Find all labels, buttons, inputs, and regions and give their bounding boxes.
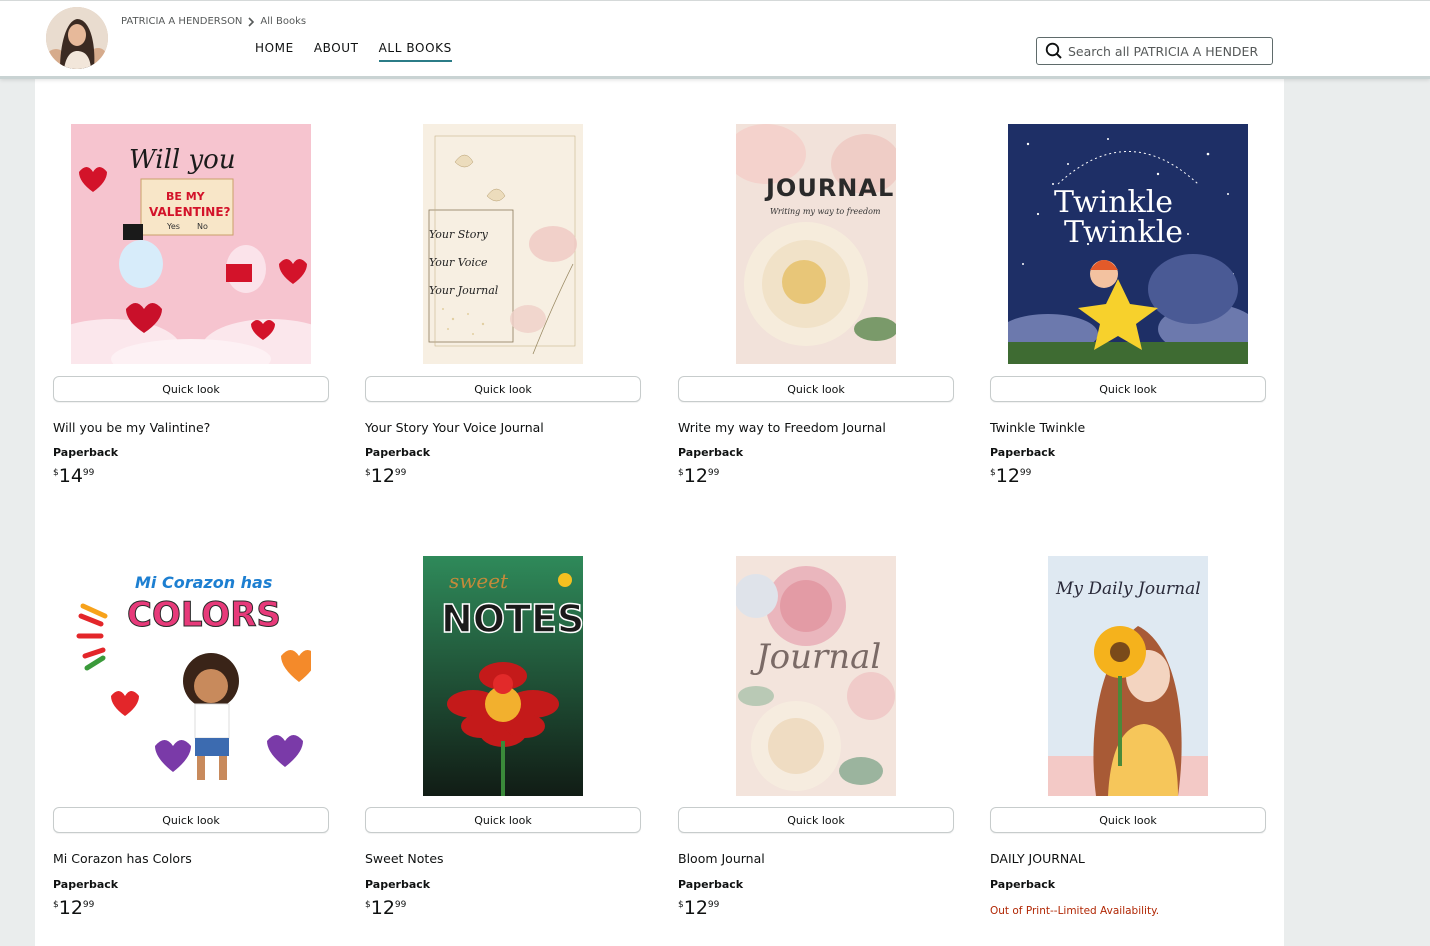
price-fraction: 99 [82,468,95,478]
book-cover[interactable]: Your Story Your Voice Your Journal [423,124,583,364]
book-cover[interactable]: Journal [736,556,896,796]
svg-text:Twinkle: Twinkle [1064,215,1183,250]
quick-look-button[interactable]: Quick look [53,376,329,402]
chevron-right-icon [247,16,255,27]
price-fraction: 99 [707,900,720,910]
book-cover[interactable]: My Daily Journal [1048,556,1208,796]
book-format[interactable]: Paperback [990,446,1055,459]
breadcrumb: PATRICIA A HENDERSON All Books [121,16,306,27]
book-card: Your Story Your Voice Your Journal Quick… [365,124,641,486]
price-whole: 12 [683,897,708,919]
book-card: Journal Quick look Bloom Journal Paperba… [678,556,954,918]
book-title[interactable]: DAILY JOURNAL [990,851,1085,866]
book-format[interactable]: Paperback [53,878,118,891]
book-title[interactable]: Bloom Journal [678,851,765,866]
price-fraction: 99 [82,900,95,910]
quick-look-button[interactable]: Quick look [990,376,1266,402]
nav-home[interactable]: HOME [255,41,294,62]
author-avatar[interactable] [46,7,108,69]
svg-text:My Daily Journal: My Daily Journal [1055,579,1201,599]
book-price: $ 12 99 [365,898,406,918]
price-fraction: 99 [394,468,407,478]
price-whole: 12 [995,465,1020,487]
book-price: $ 14 99 [53,466,94,486]
book-price: $ 12 99 [990,466,1031,486]
book-cover[interactable]: Will you BE MY VALENTINE? Yes No [71,124,311,364]
quick-look-button[interactable]: Quick look [365,807,641,833]
book-format[interactable]: Paperback [365,878,430,891]
price-whole: 12 [370,897,395,919]
quick-look-button[interactable]: Quick look [678,376,954,402]
svg-text:JOURNAL: JOURNAL [764,174,894,202]
book-title[interactable]: Mi Corazon has Colors [53,851,192,866]
nav-all-books[interactable]: ALL BOOKS [378,41,452,62]
svg-text:Mi Corazon has: Mi Corazon has [135,573,272,592]
svg-text:Your Voice: Your Voice [429,256,488,269]
store-search[interactable] [1036,37,1273,65]
book-title[interactable]: Write my way to Freedom Journal [678,420,886,435]
book-format[interactable]: Paperback [678,446,743,459]
svg-text:Journal: Journal [750,637,881,677]
book-title[interactable]: Will you be my Valintine? [53,420,210,435]
svg-text:VALENTINE?: VALENTINE? [149,205,231,219]
quick-look-button[interactable]: Quick look [678,807,954,833]
book-card: JOURNAL Writing my way to freedom Quick … [678,124,954,486]
svg-text:Writing my way to freedom: Writing my way to freedom [770,207,881,216]
quick-look-button[interactable]: Quick look [365,376,641,402]
price-whole: 12 [683,465,708,487]
book-cover[interactable]: Mi Corazon has COLORS [71,556,311,796]
breadcrumb-current: All Books [260,16,307,27]
svg-text:Your Story: Your Story [429,228,489,241]
book-card: Twinkle Twinkle Quick look Twinkle Twink… [990,124,1266,486]
price-whole: 12 [58,897,83,919]
price-fraction: 99 [1019,468,1032,478]
svg-text:Yes: Yes [166,222,180,231]
svg-text:COLORS: COLORS [127,595,281,635]
svg-text:sweet: sweet [449,569,509,593]
book-grid: Will you BE MY VALENTINE? Yes No Quick l… [35,79,1284,946]
book-cover[interactable]: Twinkle Twinkle [1008,124,1248,364]
book-title[interactable]: Your Story Your Voice Journal [365,420,544,435]
store-header: PATRICIA A HENDERSON All Books HOME ABOU… [0,0,1430,77]
svg-text:No: No [197,222,208,231]
svg-text:BE MY: BE MY [166,190,206,203]
quick-look-button[interactable]: Quick look [53,807,329,833]
book-format[interactable]: Paperback [53,446,118,459]
availability-status: Out of Print--Limited Availability. [990,905,1160,917]
book-format[interactable]: Paperback [678,878,743,891]
book-format[interactable]: Paperback [365,446,430,459]
header-divider [0,76,1430,79]
book-card: sweet NOTES Quick look Sweet Notes Paper… [365,556,641,918]
price-fraction: 99 [394,900,407,910]
svg-text:Will you: Will you [129,145,236,175]
book-price: $ 12 99 [678,466,719,486]
book-format[interactable]: Paperback [990,878,1055,891]
book-price: $ 12 99 [678,898,719,918]
svg-text:Your Journal: Your Journal [429,284,499,297]
search-icon[interactable] [1043,40,1065,62]
store-nav: HOME ABOUT ALL BOOKS [255,41,472,62]
book-cover[interactable]: JOURNAL Writing my way to freedom [736,124,896,364]
book-card: Mi Corazon has COLORS Quick look Mi Cora… [53,556,329,918]
book-price: $ 12 99 [365,466,406,486]
quick-look-button[interactable]: Quick look [990,807,1266,833]
book-cover[interactable]: sweet NOTES [423,556,583,796]
price-whole: 14 [58,465,83,487]
price-fraction: 99 [707,468,720,478]
book-title[interactable]: Twinkle Twinkle [990,420,1085,435]
book-card: Will you BE MY VALENTINE? Yes No Quick l… [53,124,329,486]
breadcrumb-store-link[interactable]: PATRICIA A HENDERSON [121,16,242,27]
book-price: $ 12 99 [53,898,94,918]
price-whole: 12 [370,465,395,487]
search-input[interactable] [1068,43,1258,59]
book-title[interactable]: Sweet Notes [365,851,444,866]
svg-text:NOTES: NOTES [441,597,583,641]
nav-about[interactable]: ABOUT [314,41,359,62]
book-card: My Daily Journal Quick look DAILY JOURNA… [990,556,1266,917]
